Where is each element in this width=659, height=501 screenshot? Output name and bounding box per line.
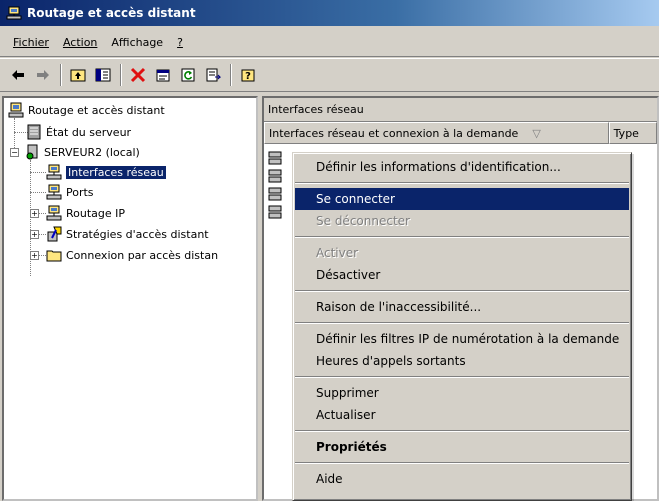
interface-icon (268, 169, 282, 183)
properties-icon (156, 69, 170, 82)
back-button[interactable] (6, 63, 30, 87)
menu-item-disable[interactable]: Désactiver (295, 264, 629, 286)
collapse-server-toggle[interactable]: − (10, 148, 19, 157)
routing-app-icon (6, 6, 22, 20)
menu-action[interactable]: Action (56, 33, 104, 52)
menu-item-delete[interactable]: Supprimer (295, 382, 629, 404)
details-pane-header: Interfaces réseau (264, 98, 657, 122)
tree-root-label: Routage et accès distant (28, 103, 165, 117)
window-title: Routage et accès distant (27, 6, 196, 20)
tree-item-label: Ports (66, 185, 94, 199)
expand-policies-toggle[interactable]: + (30, 230, 39, 239)
menu-item-dial-out-hours[interactable]: Heures d'appels sortants (295, 350, 629, 372)
console-tree[interactable]: Routage et accès distant État du serveur… (2, 96, 258, 501)
interface-icon (268, 187, 282, 201)
title-bar: Routage et accès distant (0, 0, 659, 26)
properties-button[interactable] (151, 63, 175, 87)
up-level-icon (70, 69, 86, 82)
toolbar-separator (120, 64, 122, 86)
tree-item-label: Routage IP (66, 206, 126, 220)
tree-item-label: Connexion par accès distan (66, 248, 219, 262)
delete-icon (130, 67, 146, 83)
menu-item-disconnect[interactable]: Se déconnecter (295, 210, 629, 232)
interface-icon (268, 151, 282, 165)
svg-text:?: ? (245, 71, 251, 82)
list-item[interactable] (268, 168, 284, 184)
menu-item-demand-dial-filters[interactable]: Définir les filtres IP de numérotation à… (295, 328, 629, 350)
list-item[interactable] (268, 186, 284, 202)
forward-button[interactable] (31, 63, 55, 87)
ports-icon (46, 184, 62, 200)
column-header-type[interactable]: Type (608, 122, 657, 144)
toolbar-separator (230, 64, 232, 86)
menu-separator (295, 430, 629, 432)
toolbar: ? (0, 58, 659, 92)
tree-item-label: Interfaces réseau (66, 165, 166, 179)
menu-item-connect[interactable]: Se connecter (295, 188, 629, 210)
menu-separator (295, 322, 629, 324)
menu-separator (295, 290, 629, 292)
export-list-icon (206, 68, 221, 82)
tree-item-label: SERVEUR2 (local) (44, 145, 140, 159)
details-pane-title: Interfaces réseau (268, 103, 364, 116)
network-interfaces-icon (46, 164, 62, 180)
list-item[interactable] (268, 150, 284, 166)
column-headers: Interfaces réseau et connexion à la dema… (264, 122, 657, 144)
show-hide-tree-icon (95, 68, 111, 82)
menu-item-set-credentials[interactable]: Définir les informations d'identificatio… (295, 156, 629, 178)
tree-item-ip-routing[interactable]: Routage IP (46, 203, 125, 223)
ip-routing-icon (46, 205, 62, 221)
routing-server-icon (8, 102, 24, 118)
show-hide-tree-button[interactable] (91, 63, 115, 87)
menu-separator (295, 462, 629, 464)
menu-item-help[interactable]: Aide (295, 468, 629, 490)
menu-separator (295, 236, 629, 238)
tree-item-label: État du serveur (46, 125, 132, 139)
server-status-icon (27, 124, 41, 140)
up-level-button[interactable] (66, 63, 90, 87)
menu-separator (295, 182, 629, 184)
menu-item-refresh[interactable]: Actualiser (295, 404, 629, 426)
menu-view[interactable]: Affichage (104, 33, 170, 52)
context-menu: Définir les informations d'identificatio… (292, 152, 632, 501)
menu-separator (295, 376, 629, 378)
refresh-icon (181, 68, 195, 82)
tree-connector (30, 172, 46, 173)
tree-item-network-interfaces[interactable]: Interfaces réseau (46, 162, 166, 182)
help-button[interactable]: ? (236, 63, 260, 87)
expand-logging-toggle[interactable]: + (30, 251, 39, 260)
menu-bar: Fichier Action Affichage ? (0, 29, 659, 57)
policies-icon (47, 226, 62, 242)
sort-descending-icon: ▽ (532, 126, 541, 140)
menu-item-unreachability-reason[interactable]: Raison de l'inaccessibilité... (295, 296, 629, 318)
menu-file[interactable]: Fichier (6, 33, 56, 52)
tree-item-label: Stratégies d'accès distant (66, 227, 209, 241)
forward-arrow-icon (37, 70, 49, 80)
back-arrow-icon (12, 70, 24, 80)
interface-icon (268, 205, 282, 219)
menu-item-enable[interactable]: Activer (295, 242, 629, 264)
menu-item-properties[interactable]: Propriétés (295, 436, 629, 458)
server-icon (26, 144, 38, 160)
menu-help[interactable]: ? (170, 33, 190, 52)
help-icon: ? (241, 69, 255, 82)
list-item[interactable] (268, 204, 284, 220)
tree-item-remote-access-logging[interactable]: Connexion par accès distan (46, 245, 218, 265)
tree-connector (30, 192, 46, 193)
tree-item-ports[interactable]: Ports (46, 182, 94, 202)
tree-item-server[interactable]: SERVEUR2 (local) (24, 142, 140, 162)
refresh-button[interactable] (176, 63, 200, 87)
folder-icon (46, 250, 62, 262)
export-list-button[interactable] (201, 63, 225, 87)
toolbar-separator (60, 64, 62, 86)
column-header-name[interactable]: Interfaces réseau et connexion à la dema… (264, 122, 609, 144)
tree-item-remote-access-policies[interactable]: Stratégies d'accès distant (46, 224, 209, 244)
tree-root[interactable]: Routage et accès distant (8, 100, 165, 120)
delete-button[interactable] (126, 63, 150, 87)
expand-ip-routing-toggle[interactable]: + (30, 209, 39, 218)
tree-item-server-status[interactable]: État du serveur (26, 122, 131, 142)
